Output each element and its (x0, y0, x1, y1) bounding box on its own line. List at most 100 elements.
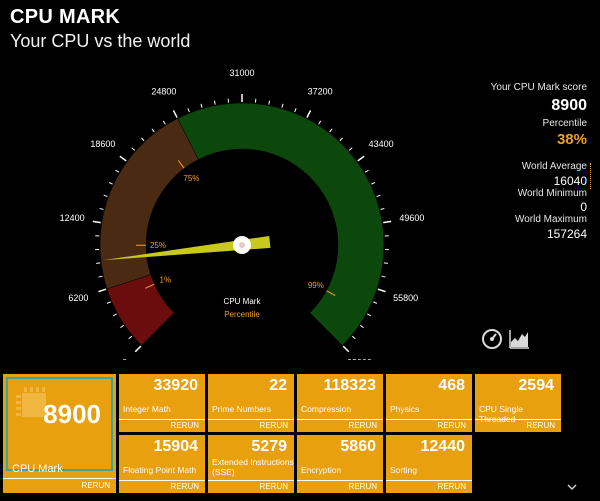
tile-name: Physics (390, 404, 420, 414)
cpu-mark-label: CPU Mark (12, 463, 63, 475)
rerun-button[interactable]: RERUN (386, 480, 472, 493)
gauge-tick (120, 324, 125, 329)
gauge-tick (377, 288, 386, 293)
gauge-tick (359, 324, 364, 329)
gauge-tick (162, 120, 166, 125)
gauge-tick (96, 262, 101, 264)
gauge-tick-label: 62000 (347, 357, 372, 360)
gauge-tick (268, 100, 271, 105)
tile-value: 12440 (420, 438, 466, 455)
gauge-tick-label: 6200 (68, 293, 88, 303)
world-minimum-value: 0 (580, 200, 587, 214)
gauge-tick (294, 108, 297, 113)
percentile-label: Percentile (542, 118, 587, 129)
chevron-down-icon[interactable] (566, 481, 578, 493)
tile-value: 468 (438, 377, 465, 394)
gauge-tick (381, 275, 386, 278)
gauge-tick (187, 108, 190, 113)
gauge-tick (213, 100, 216, 105)
tile-name: Prime Numbers (212, 404, 272, 414)
gauge-tick (98, 288, 107, 293)
gauge-tick (306, 110, 312, 118)
rerun-button[interactable]: RERUN (119, 480, 205, 493)
score-value: 8900 (551, 97, 587, 114)
gauge-tick (364, 169, 369, 173)
gauge-tick (99, 207, 104, 210)
rerun-button[interactable]: RERUN (475, 419, 561, 432)
gauge-tick-label: 43400 (369, 139, 394, 149)
tile-name: Integer Math (123, 404, 171, 414)
sorting-tile[interactable]: 12440 Sorting RERUN (386, 435, 472, 493)
line-chart-icon[interactable] (508, 328, 530, 350)
cpu-mark-tile[interactable]: 8900 CPU Mark RERUN (3, 374, 116, 493)
gauge-tick (357, 155, 365, 162)
gauge-tick (108, 181, 113, 185)
world-maximum-value: 157264 (546, 227, 587, 241)
gauge-tick (92, 220, 101, 224)
cpu-single-threaded-tile[interactable]: 2594 CPU Single Threaded RERUN (475, 374, 561, 432)
gauge-tick (134, 345, 142, 353)
rerun-button[interactable]: RERUN (386, 419, 472, 432)
gauge-tick (141, 137, 145, 142)
gauge-tick (112, 313, 117, 317)
gauge-tick-label: 12400 (60, 213, 85, 223)
gauge-tick (103, 194, 108, 198)
rerun-button[interactable]: RERUN (208, 419, 294, 432)
world-maximum-label: World Maximum (514, 214, 587, 225)
gauge-tick (380, 207, 385, 210)
cpu-mark-tile-frame: 8900 CPU Mark (6, 377, 113, 475)
cpu-mark-rerun-button[interactable]: RERUN (3, 478, 116, 493)
gauge-tick (367, 313, 372, 317)
integer-math-tile[interactable]: 33920 Integer Math RERUN (119, 374, 205, 432)
speedometer-icon[interactable] (481, 328, 503, 350)
gauge-tick (318, 120, 322, 125)
gauge-tick (376, 194, 381, 198)
tile-value: 15904 (153, 438, 199, 455)
gauge-tick (128, 335, 133, 340)
gauge-tick (119, 155, 127, 162)
gauge-tick-label: 49600 (399, 213, 424, 223)
gauge-tick (383, 262, 388, 264)
compression-tile[interactable]: 118323 Compression RERUN (297, 374, 383, 432)
gauge-tick (373, 301, 378, 304)
score-label: Your CPU Mark score (490, 82, 587, 93)
gauge-tick (351, 335, 356, 340)
cpu-mark-score: 8900 (43, 399, 101, 429)
gauge-tick (383, 220, 392, 224)
gauge-tick-label: 18600 (90, 139, 115, 149)
percentile-value: 38% (556, 131, 587, 148)
physics-tile[interactable]: 468 Physics RERUN (386, 374, 472, 432)
gauge-tick (172, 110, 178, 118)
tile-value: 33920 (153, 377, 199, 394)
rerun-button[interactable]: RERUN (297, 480, 383, 493)
prime-numbers-tile[interactable]: 22 Prime Numbers RERUN (208, 374, 294, 432)
average-marker (590, 163, 592, 189)
gauge-tick-label: 31000 (229, 68, 254, 78)
gauge-tick (339, 137, 343, 142)
gauge-tick (106, 301, 111, 304)
tile-name: Sorting (390, 465, 417, 475)
gauge-hub-center (239, 242, 245, 248)
percentile-label: 75% (183, 174, 199, 183)
cpu-mark-gauge: 0 6200 12400 18600 24800 31000 37200 43400 49600… (60, 68, 425, 360)
encryption-tile[interactable]: 5860 Encryption RERUN (297, 435, 383, 493)
gauge-tick (200, 103, 203, 108)
world-average-value: 16040 (553, 174, 587, 188)
gauge-tick (371, 181, 376, 185)
tile-value: 2594 (518, 377, 554, 394)
gauge-tick (342, 345, 350, 353)
gauge-tick (151, 128, 155, 133)
rerun-button[interactable]: RERUN (119, 419, 205, 432)
rerun-button[interactable]: RERUN (208, 480, 294, 493)
floating-point-math-tile[interactable]: 15904 Floating Point Math RERUN (119, 435, 205, 493)
gauge-tick-label: 0 (122, 357, 127, 360)
gauge-tick-label: 37200 (308, 87, 333, 97)
extended-instructions-tile[interactable]: 5279 Extended Instructions (SSE) RERUN (208, 435, 294, 493)
tile-value: 22 (269, 377, 287, 394)
gauge-center-sublabel: Percentile (224, 310, 260, 319)
tile-value: 118323 (323, 377, 376, 394)
tile-name: Compression (301, 404, 352, 414)
rerun-button[interactable]: RERUN (297, 419, 383, 432)
tile-value: 5279 (251, 438, 287, 455)
world-minimum-label: World Minimum (517, 188, 587, 199)
